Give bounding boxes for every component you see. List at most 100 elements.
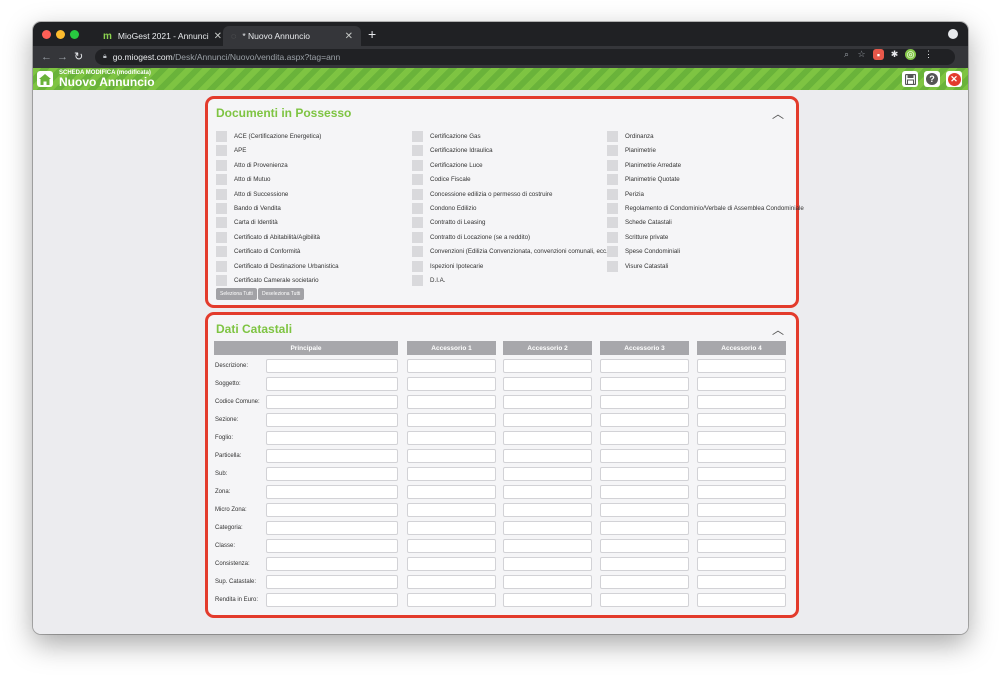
address-bar[interactable]: 🔒︎ go.miogest.com /Desk/Annunci/Nuovo/ve… [95, 49, 955, 65]
cadastral-input[interactable] [503, 377, 592, 391]
cadastral-input[interactable] [503, 485, 592, 499]
document-checkbox-item[interactable]: Contratto di Locazione (se a reddito) [412, 231, 530, 243]
document-checkbox-item[interactable]: Planimetrie [607, 145, 656, 157]
document-checkbox-item[interactable]: Carta di Identità [216, 217, 278, 229]
cadastral-input[interactable] [407, 431, 496, 445]
checkbox[interactable] [607, 231, 618, 243]
tab-close-icon[interactable]: ✕ [345, 31, 353, 42]
cadastral-input[interactable] [697, 377, 786, 391]
cadastral-input[interactable] [503, 575, 592, 589]
checkbox[interactable] [412, 159, 423, 171]
document-checkbox-item[interactable]: Certificazione Gas [412, 131, 481, 142]
document-checkbox-item[interactable]: Planimetrie Quotate [607, 174, 680, 186]
cadastral-input[interactable] [600, 413, 689, 427]
document-checkbox-item[interactable]: Condono Edilizio [412, 203, 476, 214]
select-all-button[interactable]: Seleziona Tutti [216, 288, 257, 300]
cadastral-input[interactable] [407, 467, 496, 481]
checkbox[interactable] [607, 188, 618, 200]
cadastral-input[interactable] [697, 575, 786, 589]
checkbox[interactable] [607, 246, 618, 258]
cadastral-input[interactable] [407, 395, 496, 409]
cadastral-input[interactable] [697, 539, 786, 553]
checkbox[interactable] [412, 131, 423, 142]
checkbox[interactable] [216, 131, 227, 142]
back-icon[interactable]: ← [41, 50, 52, 64]
checkbox[interactable] [216, 246, 227, 258]
checkbox[interactable] [216, 159, 227, 171]
document-checkbox-item[interactable]: Certificato di Conformità [216, 246, 300, 258]
cadastral-input[interactable] [600, 431, 689, 445]
cadastral-input[interactable] [697, 413, 786, 427]
cadastral-input[interactable] [407, 575, 496, 589]
cadastral-input[interactable] [407, 521, 496, 535]
cadastral-input[interactable] [600, 593, 689, 607]
kebab-menu-icon[interactable]: ⋮ [923, 49, 934, 60]
checkbox[interactable] [607, 174, 618, 186]
checkbox[interactable] [607, 203, 618, 214]
checkbox[interactable] [607, 159, 618, 171]
checkbox[interactable] [412, 188, 423, 200]
tab-nuovo-annuncio[interactable]: ◌ * Nuovo Annuncio ✕ [223, 26, 361, 46]
cadastral-input[interactable] [697, 593, 786, 607]
window-maximize-button[interactable] [70, 30, 79, 39]
document-checkbox-item[interactable]: ACE (Certificazione Energetica) [216, 131, 321, 142]
cadastral-input[interactable] [600, 557, 689, 571]
document-checkbox-item[interactable]: Planimetrie Arredate [607, 159, 681, 171]
checkbox[interactable] [607, 260, 618, 272]
cadastral-input[interactable] [266, 377, 398, 391]
cadastral-input[interactable] [697, 467, 786, 481]
checkbox[interactable] [607, 217, 618, 229]
cadastral-input[interactable] [407, 413, 496, 427]
checkbox[interactable] [607, 145, 618, 157]
cadastral-input[interactable] [697, 503, 786, 517]
cadastral-input[interactable] [600, 395, 689, 409]
save-button[interactable] [902, 71, 918, 87]
cadastral-input[interactable] [266, 557, 398, 571]
cadastral-input[interactable] [266, 431, 398, 445]
deselect-all-button[interactable]: Deseleziona Tutti [258, 288, 305, 300]
cadastral-input[interactable] [407, 557, 496, 571]
cadastral-input[interactable] [697, 449, 786, 463]
checkbox[interactable] [412, 246, 423, 258]
checkbox[interactable] [412, 145, 423, 157]
profile-dot-icon[interactable] [948, 29, 958, 39]
cadastral-input[interactable] [503, 557, 592, 571]
cadastral-input[interactable] [503, 395, 592, 409]
reload-icon[interactable]: ↻ [74, 50, 83, 64]
checkbox[interactable] [216, 203, 227, 214]
document-checkbox-item[interactable]: Atto di Mutuo [216, 174, 270, 186]
checkbox[interactable] [216, 217, 227, 229]
profile-avatar-icon[interactable]: ◎ [905, 49, 916, 60]
checkbox[interactable] [412, 217, 423, 229]
cadastral-input[interactable] [697, 359, 786, 373]
document-checkbox-item[interactable]: Certificazione Luce [412, 159, 483, 171]
checkbox[interactable] [412, 174, 423, 186]
cadastral-input[interactable] [503, 593, 592, 607]
checkbox[interactable] [216, 145, 227, 157]
cadastral-input[interactable] [503, 503, 592, 517]
document-checkbox-item[interactable]: Perizia [607, 188, 644, 200]
cadastral-input[interactable] [266, 413, 398, 427]
document-checkbox-item[interactable]: Codice Fiscale [412, 174, 471, 186]
checkbox[interactable] [412, 275, 423, 286]
cadastral-input[interactable] [503, 539, 592, 553]
document-checkbox-item[interactable]: Atto di Successione [216, 188, 288, 200]
document-checkbox-item[interactable]: D.I.A. [412, 275, 445, 286]
cadastral-input[interactable] [697, 485, 786, 499]
cadastral-input[interactable] [266, 503, 398, 517]
cadastral-input[interactable] [600, 449, 689, 463]
cadastral-input[interactable] [503, 521, 592, 535]
cadastral-input[interactable] [407, 485, 496, 499]
cadastral-input[interactable] [600, 467, 689, 481]
checkbox[interactable] [216, 188, 227, 200]
cadastral-input[interactable] [407, 593, 496, 607]
cadastral-input[interactable] [503, 413, 592, 427]
cadastral-input[interactable] [266, 539, 398, 553]
cadastral-input[interactable] [697, 557, 786, 571]
cadastral-input[interactable] [266, 449, 398, 463]
window-minimize-button[interactable] [56, 30, 65, 39]
document-checkbox-item[interactable]: Schede Catastali [607, 217, 672, 229]
tab-close-icon[interactable]: ✕ [214, 31, 222, 42]
cadastral-input[interactable] [600, 485, 689, 499]
forward-icon[interactable]: → [57, 50, 68, 64]
